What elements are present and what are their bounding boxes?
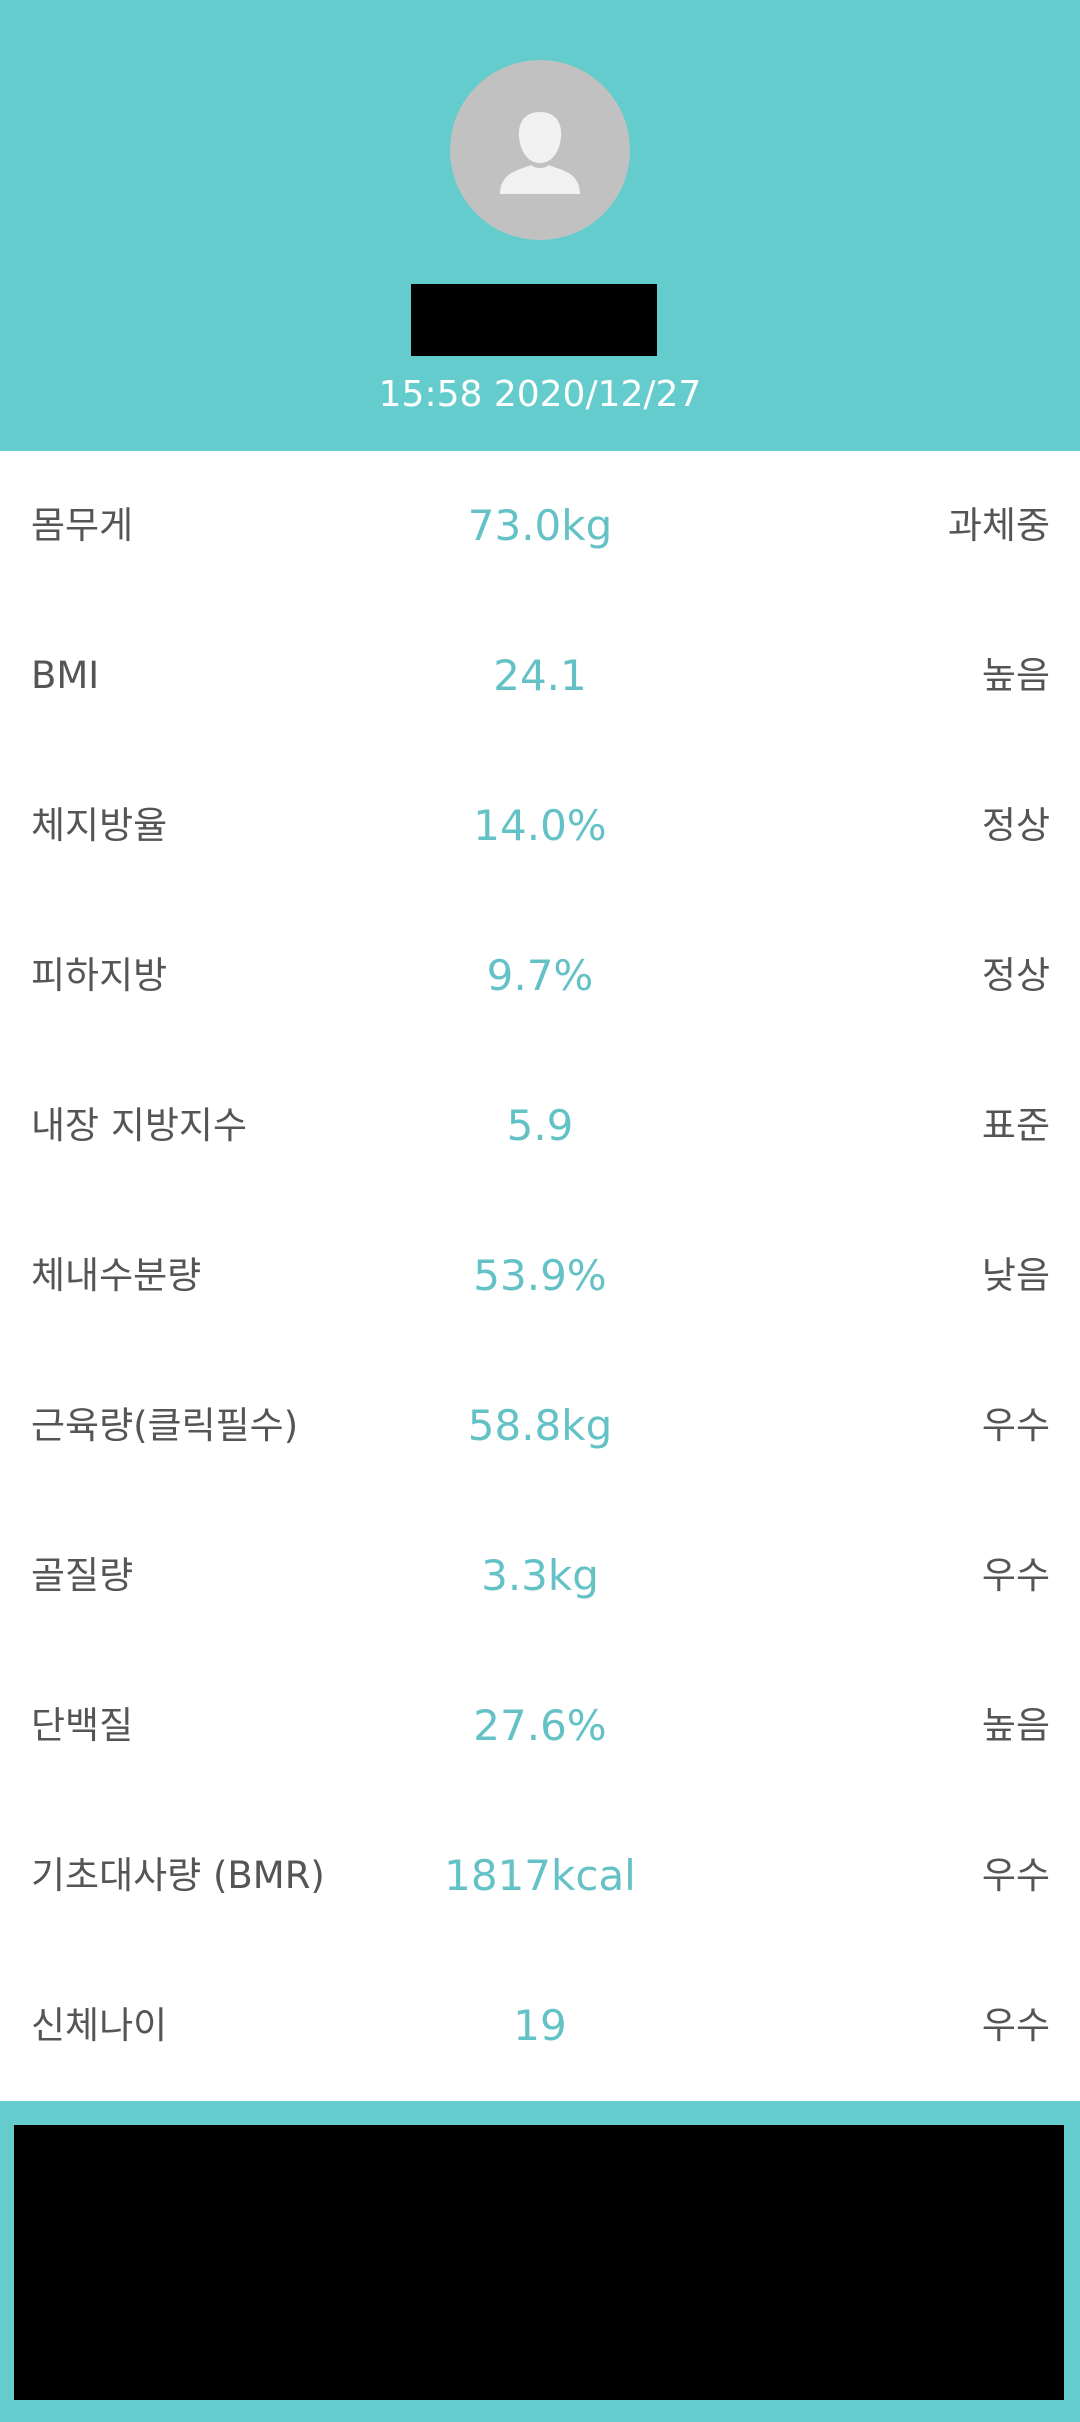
metric-value: 14.0% (473, 801, 607, 850)
metric-status: 우수 (981, 1404, 1050, 1447)
footer-panel (0, 2101, 1080, 2422)
metric-status: 높음 (981, 654, 1050, 697)
avatar[interactable] (450, 60, 630, 240)
metric-label: BMI (31, 654, 100, 697)
metric-status: 정상 (981, 804, 1050, 847)
metric-label: 단백질 (31, 1704, 134, 1747)
metric-label: 기초대사량 (BMR) (31, 1854, 325, 1897)
metric-row-body-water[interactable]: 체내수분량 53.9% 낮음 (0, 1201, 1080, 1351)
metric-label: 몸무게 (31, 504, 134, 547)
metric-status: 우수 (981, 1554, 1050, 1597)
metric-label: 근육량(클릭필수) (31, 1404, 299, 1447)
user-silhouette-icon (500, 112, 580, 194)
metric-value: 5.9 (506, 1101, 574, 1150)
metric-status: 과체중 (947, 504, 1050, 547)
metric-status: 표준 (981, 1104, 1050, 1147)
metric-value: 3.3kg (481, 1551, 599, 1600)
metric-row-weight[interactable]: 몸무게 73.0kg 과체중 (0, 451, 1080, 601)
metric-label: 내장 지방지수 (31, 1104, 248, 1147)
footer-redacted-area (14, 2125, 1064, 2400)
measurement-timestamp: 15:58 2020/12/27 (378, 374, 702, 415)
metric-value: 27.6% (473, 1701, 607, 1750)
metric-value: 58.8kg (467, 1401, 613, 1450)
metric-label: 체지방율 (31, 804, 168, 847)
metric-row-protein[interactable]: 단백질 27.6% 높음 (0, 1651, 1080, 1801)
metric-value: 73.0kg (467, 501, 613, 550)
metric-row-visceral-fat[interactable]: 내장 지방지수 5.9 표준 (0, 1051, 1080, 1201)
metric-row-subcutaneous-fat[interactable]: 피하지방 9.7% 정상 (0, 901, 1080, 1051)
metric-row-muscle-mass[interactable]: 근육량(클릭필수) 58.8kg 우수 (0, 1351, 1080, 1501)
metric-value: 9.7% (486, 951, 594, 1000)
metric-label: 신체나이 (31, 2004, 168, 2047)
metrics-list: 몸무게 73.0kg 과체중 BMI 24.1 높음 체지방율 14.0% 정상… (0, 451, 1080, 2101)
user-name-redacted (411, 284, 657, 356)
metric-value: 24.1 (493, 651, 587, 700)
metric-label: 체내수분량 (31, 1254, 202, 1297)
metric-row-bmi[interactable]: BMI 24.1 높음 (0, 601, 1080, 751)
metric-status: 낮음 (981, 1254, 1050, 1297)
metric-label: 골질량 (31, 1554, 134, 1597)
metric-value: 1817kcal (444, 1851, 636, 1900)
metric-status: 정상 (981, 954, 1050, 997)
metric-value: 53.9% (473, 1251, 607, 1300)
profile-header: 15:58 2020/12/27 (0, 0, 1080, 451)
metric-value: 19 (513, 2001, 567, 2050)
metric-row-bmr[interactable]: 기초대사량 (BMR) 1817kcal 우수 (0, 1801, 1080, 1951)
metric-row-bone-mass[interactable]: 골질량 3.3kg 우수 (0, 1501, 1080, 1651)
metric-status: 높음 (981, 1704, 1050, 1747)
metric-status: 우수 (981, 2004, 1050, 2047)
metric-status: 우수 (981, 1854, 1050, 1897)
metric-row-body-fat[interactable]: 체지방율 14.0% 정상 (0, 751, 1080, 901)
metric-row-body-age[interactable]: 신체나이 19 우수 (0, 1951, 1080, 2101)
body-composition-screen: 15:58 2020/12/27 몸무게 73.0kg 과체중 BMI 24.1… (0, 0, 1080, 2422)
metric-label: 피하지방 (31, 954, 168, 997)
